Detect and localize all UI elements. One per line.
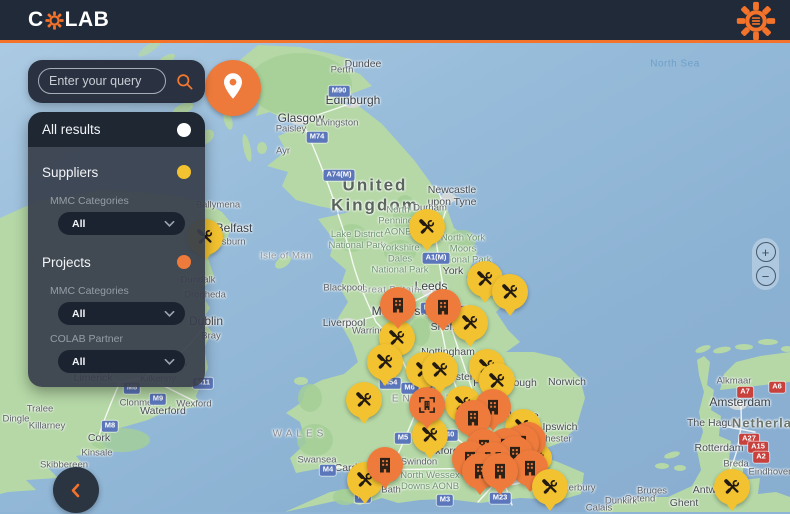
- projects-toggle[interactable]: [177, 255, 191, 269]
- building-icon: [490, 461, 510, 481]
- all-results-toggle[interactable]: [177, 123, 191, 137]
- building-icon: [375, 455, 395, 475]
- map-marker-supplier[interactable]: [422, 352, 458, 388]
- projects-mmc-value: All: [72, 308, 85, 320]
- logo-text-lab: LAB: [65, 8, 110, 32]
- projects-mmc-label: MMC Categories: [50, 285, 191, 297]
- tools-icon: [375, 352, 395, 372]
- map-marker-project[interactable]: [380, 287, 416, 323]
- chevron-down-icon: [164, 358, 175, 366]
- chevron-left-icon: [64, 478, 88, 502]
- cluster-icon: [417, 395, 437, 415]
- suppliers-mmc-value: All: [72, 218, 85, 230]
- map-marker-supplier[interactable]: [714, 469, 750, 505]
- tools-icon: [722, 477, 742, 497]
- chevron-down-icon: [164, 220, 175, 228]
- building-icon: [388, 295, 408, 315]
- building-icon: [433, 297, 453, 317]
- colab-partner-select[interactable]: All: [58, 350, 185, 373]
- building-icon: [463, 408, 483, 428]
- search-icon[interactable]: [175, 72, 194, 91]
- projects-label: Projects: [42, 255, 91, 270]
- logo-gear-icon: [45, 11, 64, 30]
- search-panel: [28, 60, 205, 103]
- all-results-label: All results: [42, 122, 101, 137]
- zoom-in-button[interactable]: +: [756, 242, 776, 262]
- projects-mmc-select[interactable]: All: [58, 302, 185, 325]
- colab-partner-label: COLAB Partner: [50, 333, 191, 345]
- tools-icon: [354, 390, 374, 410]
- map-marker-project[interactable]: [425, 289, 461, 325]
- suppliers-mmc-label: MMC Categories: [50, 195, 191, 207]
- tools-icon: [500, 282, 520, 302]
- filter-panel: All results Suppliers MMC Categories All…: [28, 112, 205, 387]
- selected-location-pin[interactable]: [205, 60, 261, 116]
- suppliers-row: Suppliers: [42, 157, 191, 187]
- filter-panel-body: Suppliers MMC Categories All Projects MM…: [28, 147, 205, 387]
- map-marker-supplier[interactable]: [409, 209, 445, 245]
- suppliers-mmc-select[interactable]: All: [58, 212, 185, 235]
- suppliers-label: Suppliers: [42, 165, 98, 180]
- zoom-out-button[interactable]: −: [756, 266, 776, 286]
- search-input[interactable]: [38, 68, 166, 94]
- zoom-controls: + −: [752, 238, 779, 290]
- tools-icon: [430, 360, 450, 380]
- map-marker-supplier[interactable]: [367, 344, 403, 380]
- map-marker-supplier[interactable]: [492, 274, 528, 310]
- all-results-row: All results: [28, 112, 205, 147]
- tools-icon: [460, 313, 480, 333]
- logo-text-c: C: [28, 8, 44, 32]
- app-header: C LAB: [0, 0, 790, 43]
- colab-partner-value: All: [72, 356, 85, 368]
- map-marker-supplier[interactable]: [532, 469, 568, 505]
- settings-gear-icon[interactable]: [736, 1, 776, 41]
- colab-logo: C LAB: [28, 8, 109, 32]
- back-button[interactable]: [53, 467, 99, 513]
- map-marker-supplier[interactable]: [346, 382, 382, 418]
- chevron-down-icon: [164, 310, 175, 318]
- tools-icon: [417, 217, 437, 237]
- tools-icon: [487, 371, 507, 391]
- map-marker-project[interactable]: [367, 447, 403, 483]
- suppliers-toggle[interactable]: [177, 165, 191, 179]
- projects-row: Projects: [42, 247, 191, 277]
- map-marker-project[interactable]: [482, 453, 518, 489]
- map-marker-project[interactable]: [409, 387, 445, 423]
- tools-icon: [540, 477, 560, 497]
